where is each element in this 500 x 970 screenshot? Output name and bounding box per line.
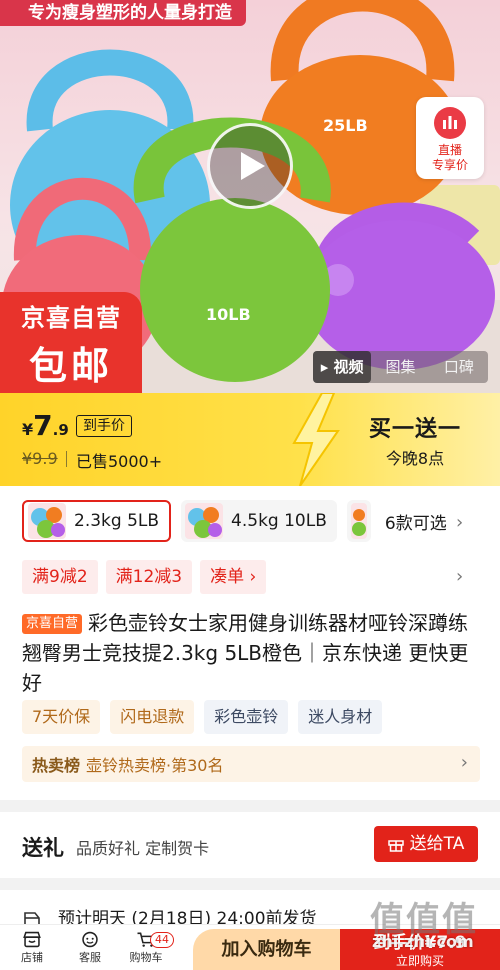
- send-gift-button[interactable]: 送给TA: [374, 826, 478, 862]
- nav-store-label: 店铺: [21, 951, 43, 964]
- tag-charming-figure[interactable]: 迷人身材: [298, 700, 383, 734]
- nav-service[interactable]: 客服: [72, 931, 108, 965]
- watermark-url: zhi.zhi.com: [372, 932, 474, 951]
- variant-label: 2.3kg 5LB: [74, 511, 160, 531]
- lightning-bolt-icon: [292, 393, 340, 486]
- gift-box-icon: [387, 840, 404, 852]
- add-on-order-link[interactable]: 凑单 ›: [200, 560, 267, 594]
- cart-count-badge: 44: [150, 932, 174, 948]
- badge-line-1: 京喜自营: [21, 304, 121, 332]
- chevron-right-icon: ›: [460, 752, 468, 773]
- product-title: 京喜自营 彩色壶铃女士家用健身训练器材哑铃深蹲练翘臀男士竞技提2.3kg 5LB橙…: [22, 608, 480, 698]
- send-gift-label: 送给TA: [409, 834, 465, 854]
- original-price: ¥9.9: [22, 449, 58, 468]
- weight-label-10lb: 10LB: [206, 305, 251, 324]
- variant-thumbnail: [350, 503, 367, 539]
- buy-one-get-one-promo[interactable]: 买一送一 今晚8点: [360, 411, 470, 469]
- promo-title: 买一送一: [368, 417, 461, 442]
- variant-label: 4.5kg 10LB: [231, 511, 327, 531]
- tab-video-label: 视频: [333, 358, 364, 376]
- tag-fast-refund[interactable]: 闪电退款: [110, 700, 195, 734]
- hero-slogan-banner: 专为瘦身塑形的人量身打造: [0, 0, 246, 26]
- ranking-text: 壶铃热卖榜·第30名: [86, 756, 224, 775]
- product-title-text: 彩色壶铃女士家用健身训练器材哑铃深蹲练翘臀男士竞技提2.3kg 5LB橙色｜京东…: [22, 611, 469, 695]
- variant-selector: 2.3kg 5LB 4.5kg 10LB 6款可选: [22, 500, 447, 542]
- gift-subtitle: 品质好礼 定制贺卡: [76, 839, 210, 858]
- live-chip-label-2: 专享价: [431, 158, 468, 172]
- gift-section: 送礼 品质好礼 定制贺卡 送给TA: [0, 812, 500, 878]
- gift-heading: 送礼: [22, 836, 64, 860]
- product-media-gallery[interactable]: 25LB 10LB 专为瘦身塑形的人量身打造 直播 专享价 京喜自营 包邮 ▸ …: [0, 0, 500, 393]
- chevron-right-icon[interactable]: ›: [456, 566, 463, 587]
- more-variants-link[interactable]: 6款可选: [385, 509, 447, 534]
- tag-price-protection[interactable]: 7天价保: [22, 700, 101, 734]
- live-stream-price-chip[interactable]: 直播 专享价: [416, 97, 484, 179]
- variant-option-selected[interactable]: 2.3kg 5LB: [22, 500, 172, 542]
- variant-option[interactable]: 4.5kg 10LB: [181, 500, 337, 542]
- live-chip-label-1: 直播: [437, 143, 462, 157]
- divider: [66, 451, 67, 467]
- current-price: ¥7.9: [22, 409, 69, 442]
- ranking-title: 热卖榜: [32, 756, 81, 775]
- jd-self-operated-badge: 京喜自营 包邮: [0, 292, 142, 393]
- nav-service-label: 客服: [79, 951, 101, 964]
- self-operated-tag: 京喜自营: [22, 614, 83, 634]
- media-tab-switcher: ▸ 视频 图集 口碑: [313, 351, 488, 383]
- price-decimal: .9: [52, 421, 69, 439]
- customer-service-icon: [82, 931, 98, 948]
- variant-thumbnail: [185, 503, 224, 539]
- coupon-row: 满9减2 满12减3 凑单 ›: [22, 560, 274, 594]
- sold-count: 已售5000+: [76, 452, 163, 471]
- nav-cart-label: 购物车: [129, 951, 163, 964]
- coupon-12-minus-3[interactable]: 满12减3: [105, 560, 193, 594]
- price-banner: ¥7.9 到手价 ¥9.9 已售5000+ 买一送一 今晚8点: [0, 393, 500, 486]
- tab-reviews[interactable]: 口碑: [430, 351, 488, 383]
- coupon-9-minus-2[interactable]: 满9减2: [22, 560, 98, 594]
- play-video-button[interactable]: [207, 123, 293, 209]
- product-info-card: 2.3kg 5LB 4.5kg 10LB 6款可选 › 满9减2 满12减3 凑…: [0, 486, 500, 800]
- weight-label-25lb: 25LB: [323, 116, 368, 135]
- badge-line-2: 包邮: [28, 344, 113, 388]
- feature-tags: 7天价保 闪电退款 彩色壶铃 迷人身材: [22, 700, 392, 734]
- site-watermark: 值值值 zhi.zhi.com: [340, 890, 500, 970]
- currency-symbol: ¥: [22, 420, 34, 439]
- play-icon: [241, 152, 265, 180]
- live-bars-icon: [434, 107, 466, 139]
- add-to-cart-button[interactable]: 加入购物车: [193, 929, 340, 970]
- tab-video[interactable]: ▸ 视频: [313, 351, 372, 383]
- store-icon: [23, 931, 41, 948]
- tag-colorful-kettlebell[interactable]: 彩色壶铃: [204, 700, 289, 734]
- variant-option-partial[interactable]: [346, 500, 371, 542]
- chevron-right-icon[interactable]: ›: [456, 512, 463, 533]
- hand-price-tag: 到手价: [76, 415, 132, 437]
- promo-time: 今晚8点: [385, 449, 445, 468]
- tab-gallery[interactable]: 图集: [371, 351, 429, 383]
- nav-store[interactable]: 店铺: [14, 931, 50, 965]
- price-integer: 7: [33, 409, 53, 442]
- hot-sales-ranking[interactable]: 热卖榜 壶铃热卖榜·第30名 ›: [22, 746, 480, 782]
- variant-thumbnail: [28, 503, 66, 539]
